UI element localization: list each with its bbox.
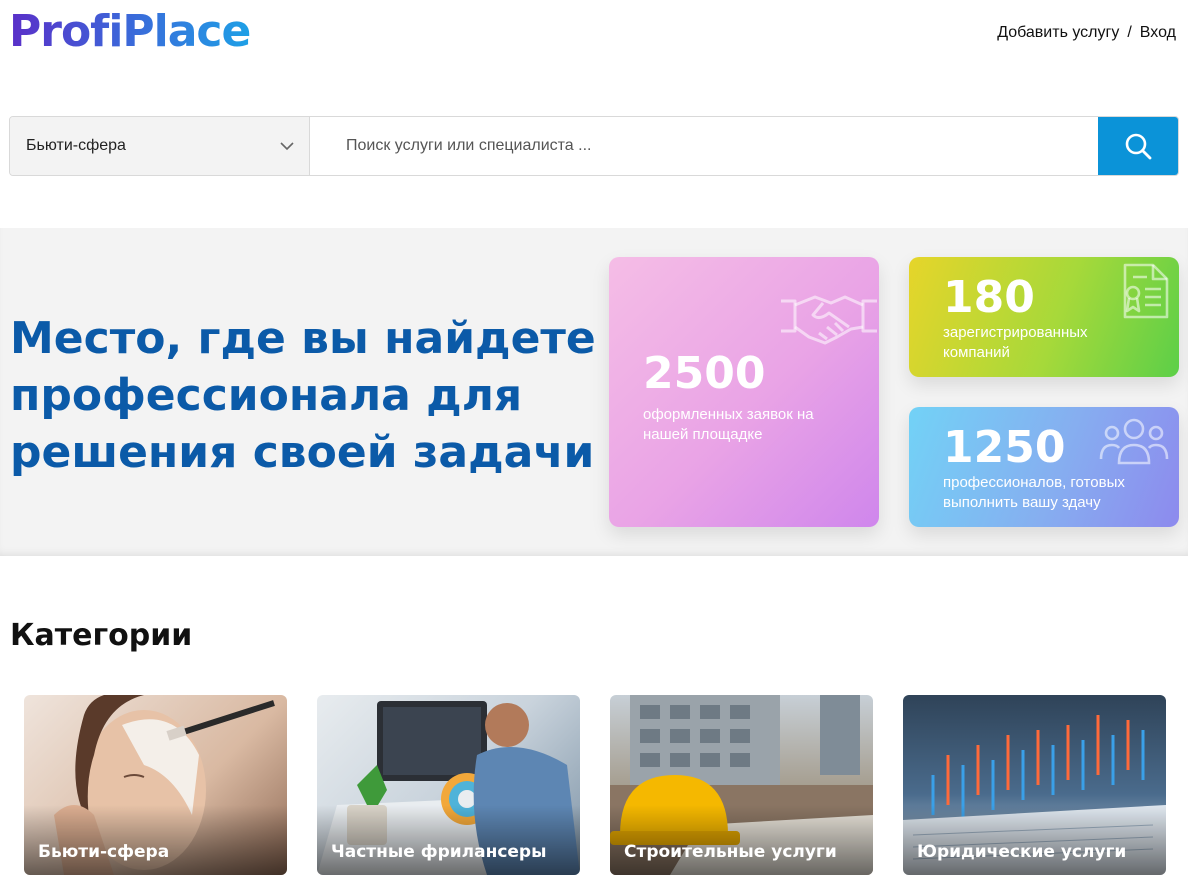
handshake-icon xyxy=(781,295,877,345)
category-label: Бьюти-сфера xyxy=(38,842,170,862)
certificate-icon xyxy=(1123,263,1169,319)
users-icon xyxy=(1099,418,1169,465)
link-separator: / xyxy=(1127,24,1132,41)
category-label: Юридические услуги xyxy=(917,842,1127,862)
category-select-value: Бьюти-сфера xyxy=(26,137,126,154)
category-label: Частные фрилансеры xyxy=(331,842,547,862)
stat-value: 180 xyxy=(943,272,1035,323)
stat-label: профессионалов, готовых выполнить вашу з… xyxy=(943,474,1125,511)
stat-label: оформленных заявок на нашей площадке xyxy=(643,406,814,443)
category-card-construction[interactable]: Строительные услуги xyxy=(610,695,873,875)
hero-title: Место, где вы найдете профессионала для … xyxy=(10,313,596,478)
stat-label: зарегистрированных компаний xyxy=(943,324,1088,361)
category-card-legal[interactable]: Юридические услуги xyxy=(903,695,1166,875)
stat-value: 2500 xyxy=(643,348,766,399)
stat-card-companies: 180 зарегистрированных компаний xyxy=(909,257,1179,377)
search-input[interactable] xyxy=(310,117,1098,175)
add-service-link[interactable]: Добавить услугу xyxy=(997,24,1119,42)
search-bar: Бьюти-сфера xyxy=(9,116,1179,176)
category-card-beauty[interactable]: Бьюти-сфера xyxy=(24,695,287,875)
header: ProfiPlace Добавить услугу / Вход xyxy=(0,0,1188,70)
login-link[interactable]: Вход xyxy=(1140,24,1176,42)
categories-title: Категории xyxy=(10,618,193,653)
category-card-freelancers[interactable]: Частные фрилансеры xyxy=(317,695,580,875)
stat-card-requests: 2500 оформленных заявок на нашей площадк… xyxy=(609,257,879,527)
stat-value: 1250 xyxy=(943,422,1066,473)
category-select[interactable]: Бьюти-сфера xyxy=(10,117,310,175)
hero-section: Место, где вы найдете профессионала для … xyxy=(0,228,1188,556)
stat-card-professionals: 1250 профессионалов, готовых выполнить в… xyxy=(909,407,1179,527)
search-icon xyxy=(1125,133,1152,160)
category-label: Строительные услуги xyxy=(624,842,837,862)
logo[interactable]: ProfiPlace xyxy=(9,6,251,57)
search-button[interactable] xyxy=(1098,117,1178,175)
top-links: Добавить услугу / Вход xyxy=(997,24,1176,42)
chevron-down-icon xyxy=(280,142,294,151)
